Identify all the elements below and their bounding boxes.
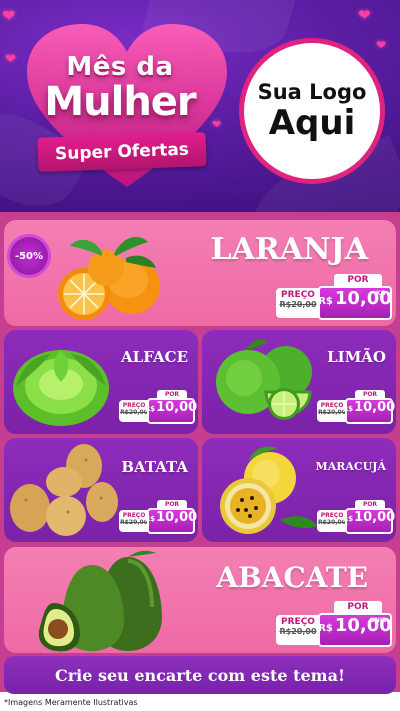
super-ofertas-ribbon: Super Ofertas xyxy=(37,132,207,172)
unit-label: KG xyxy=(376,290,386,297)
lime-icon xyxy=(216,339,312,420)
currency: R$ xyxy=(342,405,354,413)
lettuce-icon xyxy=(13,350,109,426)
product-name: BATATA xyxy=(121,458,188,476)
new-price-box: R$ 10,00 xyxy=(144,508,198,534)
price-tag: POR PREÇO R$20,00 R$ 10,00 KG xyxy=(276,274,392,322)
preco-label: PREÇO xyxy=(281,290,315,300)
ribbon-label: Super Ofertas xyxy=(54,139,190,165)
passion-fruit-icon xyxy=(220,446,318,534)
currency: R$ xyxy=(342,515,354,523)
price-value: 10,00 xyxy=(354,510,396,525)
cta-label: Crie seu encarte com este tema! xyxy=(54,665,345,685)
logo-line-1: Sua Logo xyxy=(257,80,367,104)
currency: R$ xyxy=(318,623,333,634)
heart-icon: ❤ xyxy=(376,38,387,52)
create-flyer-button[interactable]: Crie seu encarte com este tema! xyxy=(4,656,396,694)
price-tag: POR PREÇO R$20,00 R$ 10,00 UNID. xyxy=(276,601,392,649)
price-tag: POR PREÇO R$20,00 R$ 10,00 xyxy=(119,390,198,424)
avocado-icon xyxy=(38,550,162,652)
price-value: 10,00 xyxy=(156,400,198,415)
unit-label: UNID. xyxy=(370,617,390,624)
logo-placeholder[interactable]: Sua Logo Aqui xyxy=(239,38,385,184)
old-price-box: PREÇO R$20,00 xyxy=(276,288,320,318)
price-value: 10,00 xyxy=(354,400,396,415)
price-tag: POR PREÇO R$20,00 R$ 10,00 xyxy=(119,500,198,534)
price-tag: POR PREÇO R$20,00 R$ 10,00 xyxy=(317,500,396,534)
new-price-box: R$ 10,00 xyxy=(342,398,396,424)
potato-icon xyxy=(10,444,118,536)
currency: R$ xyxy=(318,296,333,307)
product-card-limao[interactable]: LIMÃO POR PREÇO R$20,00 R$ 10,00 xyxy=(202,330,396,434)
title-line-2: Mulher xyxy=(44,79,196,125)
title-line-1: Mês da xyxy=(66,52,174,82)
price-tag: POR PREÇO R$20,00 R$ 10,00 xyxy=(317,390,396,424)
header-banner: ❤ ❤ ❤ ❤ ❤ ❤ Mês da Mulher Super Ofertas … xyxy=(0,0,400,212)
orange-icon xyxy=(58,237,160,320)
product-name: ABACATE xyxy=(216,561,368,594)
old-price-box: PREÇO R$20,00 xyxy=(276,615,320,645)
currency: R$ xyxy=(144,515,156,523)
product-card-laranja[interactable]: -50% LARANJA POR PREÇO R$20,00 R$ 10,00 … xyxy=(4,220,396,326)
currency: R$ xyxy=(144,405,156,413)
campaign-title: Mês da Mulher xyxy=(10,52,230,122)
product-card-maracuja[interactable]: MARACUJÁ POR PREÇO R$20,00 R$ 10,00 xyxy=(202,438,396,542)
product-name: LIMÃO xyxy=(327,348,386,366)
preco-label: PREÇO xyxy=(281,617,315,627)
heart-icon: ❤ xyxy=(2,6,16,25)
product-card-abacate[interactable]: ABACATE POR PREÇO R$20,00 R$ 10,00 UNID. xyxy=(4,547,396,653)
discount-badge: -50% xyxy=(10,237,48,275)
old-price: R$20,00 xyxy=(279,627,317,636)
logo-line-2: Aqui xyxy=(268,103,356,143)
price-value: 10,00 xyxy=(156,510,198,525)
old-price: R$20,00 xyxy=(279,300,317,309)
product-name: ALFACE xyxy=(121,348,188,366)
new-price-box: R$ 10,00 xyxy=(144,398,198,424)
product-card-alface[interactable]: ALFACE POR PREÇO R$20,00 R$ 10,00 xyxy=(4,330,198,434)
product-card-batata[interactable]: BATATA POR PREÇO R$20,00 R$ 10,00 xyxy=(4,438,198,542)
heart-icon: ❤ xyxy=(358,6,371,24)
disclaimer: *Imagens Meramente Ilustrativas xyxy=(0,694,400,711)
product-name: MARACUJÁ xyxy=(315,460,386,473)
product-name: LARANJA xyxy=(210,232,368,267)
new-price-box: R$ 10,00 xyxy=(342,508,396,534)
